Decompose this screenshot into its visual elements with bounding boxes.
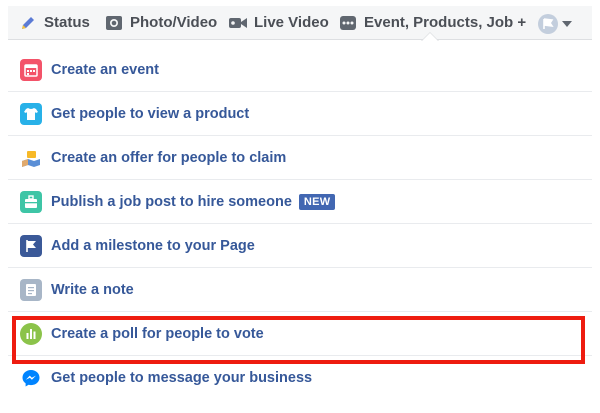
new-badge: NEW — [298, 193, 336, 210]
menu-item-label: Get people to view a product — [51, 105, 250, 122]
shirt-icon — [20, 102, 42, 125]
pencil-icon — [18, 13, 38, 33]
chevron-down-icon — [562, 21, 572, 27]
messenger-icon — [20, 367, 42, 389]
tab-photo-video[interactable]: Photo/Video — [104, 6, 217, 40]
flag-icon — [20, 234, 42, 257]
camera-icon — [104, 13, 124, 33]
menu-item-label: Create an offer for people to claim — [51, 149, 287, 166]
profile-selector[interactable] — [538, 14, 572, 34]
menu-item-create-poll[interactable]: Create a poll for people to vote — [8, 312, 592, 356]
tab-live-video[interactable]: Live Video — [228, 6, 329, 40]
menu-item-label: Publish a job post to hire someone — [51, 193, 292, 210]
menu-item-label: Write a note — [51, 281, 134, 298]
tab-status[interactable]: Status — [18, 6, 90, 40]
tab-event-products-job-label: Event, Products, Job + — [364, 14, 527, 31]
tab-photo-video-label: Photo/Video — [130, 14, 218, 31]
tab-pointer — [422, 33, 438, 41]
menu-item-label: Get people to message your business — [51, 370, 313, 386]
menu-item-write-note[interactable]: Write a note — [8, 268, 592, 312]
more-dots-icon — [338, 13, 358, 33]
tab-status-label: Status — [44, 14, 90, 31]
menu-item-label: Create an event — [51, 61, 159, 78]
composer-popup: Status Photo/Video Live Video Event, Pro… — [0, 0, 600, 413]
menu-item-label: Add a milestone to your Page — [51, 237, 255, 254]
menu-item-message-business[interactable]: Get people to message your business — [8, 356, 592, 400]
composer-tab-bar: Status Photo/Video Live Video Event, Pro… — [8, 6, 592, 40]
calendar-icon — [20, 58, 42, 81]
menu-item-job-post[interactable]: Publish a job post to hire someone NEW — [8, 180, 592, 224]
briefcase-icon — [20, 190, 42, 213]
menu-item-milestone[interactable]: Add a milestone to your Page — [8, 224, 592, 268]
page-avatar-icon — [538, 14, 558, 34]
note-icon — [20, 278, 42, 301]
menu-item-view-product[interactable]: Get people to view a product — [8, 92, 592, 136]
menu-item-create-offer[interactable]: Create an offer for people to claim — [8, 136, 592, 180]
menu-item-label: Create a poll for people to vote — [51, 325, 264, 342]
tab-live-video-label: Live Video — [254, 14, 329, 31]
poll-icon — [20, 322, 42, 345]
offer-icon — [20, 147, 42, 169]
video-camera-icon — [228, 13, 248, 33]
menu-item-create-event[interactable]: Create an event — [8, 48, 592, 92]
